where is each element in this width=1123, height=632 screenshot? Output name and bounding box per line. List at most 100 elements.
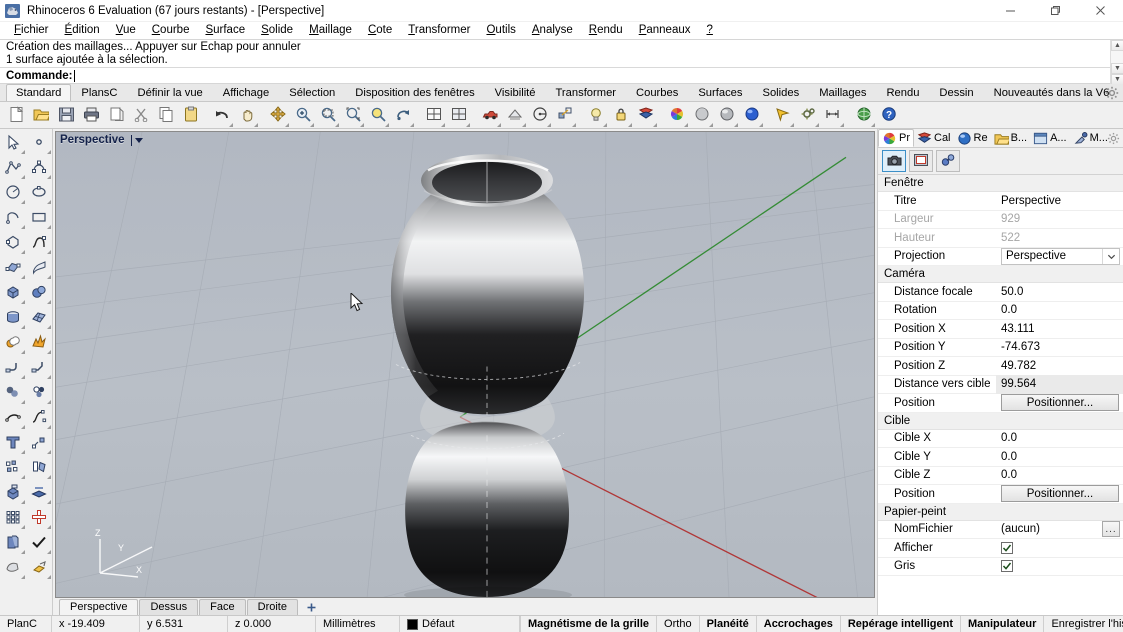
car-render-button[interactable] (477, 103, 502, 128)
trim-button[interactable] (0, 381, 26, 406)
toolbar-tab-transformer[interactable]: Transformer (546, 84, 627, 101)
flyout-arrow-icon[interactable] (466, 123, 470, 127)
move-arrows-button[interactable] (265, 103, 290, 128)
status-toggle-ortho[interactable]: Ortho (657, 616, 700, 632)
flyout-arrow-icon[interactable] (21, 175, 25, 179)
flyout-arrow-icon[interactable] (47, 450, 51, 454)
cplane-origin-button[interactable] (552, 103, 577, 128)
flyout-arrow-icon[interactable] (21, 400, 25, 404)
scroll-track[interactable] (1111, 51, 1123, 63)
render-material-button[interactable] (26, 556, 52, 581)
toolbar-tab-visibilit-[interactable]: Visibilité (485, 84, 546, 101)
menu-item-rendu[interactable]: Rendu (581, 22, 631, 39)
pan-hand-button[interactable] (234, 103, 259, 128)
scroll-down-arrow[interactable]: ▼ (1111, 63, 1123, 74)
layers-button[interactable] (0, 531, 26, 556)
sphere-blue-button[interactable] (739, 103, 764, 128)
close-button[interactable] (1078, 0, 1123, 22)
flyout-arrow-icon[interactable] (21, 200, 25, 204)
flyout-arrow-icon[interactable] (709, 123, 713, 127)
viewport-properties-button[interactable] (909, 150, 933, 172)
chevron-down-icon[interactable] (1102, 249, 1119, 264)
flyout-arrow-icon[interactable] (47, 250, 51, 254)
color-wheel-button[interactable] (664, 103, 689, 128)
menu-item-outils[interactable]: Outils (478, 22, 523, 39)
grid-viewport-button[interactable] (421, 103, 446, 128)
positionner-button[interactable]: Positionner... (1001, 485, 1119, 502)
flyout-arrow-icon[interactable] (47, 275, 51, 279)
property-value-cible-y[interactable]: 0.0 (996, 451, 1123, 463)
menu-item-solide[interactable]: Solide (253, 22, 301, 39)
dimension-button[interactable] (820, 103, 845, 128)
flyout-arrow-icon[interactable] (21, 225, 25, 229)
camera-properties-button[interactable] (882, 150, 906, 172)
toolbar-tab-dessin[interactable]: Dessin (929, 84, 983, 101)
zoom-window-button[interactable] (315, 103, 340, 128)
flyout-arrow-icon[interactable] (21, 375, 25, 379)
flyout-arrow-icon[interactable] (628, 123, 632, 127)
status-toggle-accrochages[interactable]: Accrochages (757, 616, 841, 632)
flyout-arrow-icon[interactable] (285, 123, 289, 127)
sphere-solid-button[interactable] (26, 281, 52, 306)
viewport-menu-dropdown[interactable] (131, 135, 143, 146)
split-button[interactable] (26, 381, 52, 406)
command-line[interactable]: Commande: (0, 67, 1123, 83)
toolbar-tab-maillages[interactable]: Maillages (809, 84, 876, 101)
flyout-arrow-icon[interactable] (522, 123, 526, 127)
add-viewport-plus-icon[interactable] (299, 599, 324, 615)
minimize-button[interactable] (988, 0, 1033, 22)
flyout-arrow-icon[interactable] (47, 425, 51, 429)
property-value-position-x[interactable]: 43.111 (996, 323, 1123, 335)
toolbar-tab-plansc[interactable]: PlansC (71, 84, 127, 101)
toolbar-tab-rendu[interactable]: Rendu (876, 84, 929, 101)
status-toggle-magn-tisme-de-la-grille[interactable]: Magnétisme de la grille (521, 616, 657, 632)
status-units[interactable]: Millimètres (316, 616, 400, 632)
viewport-title[interactable]: Perspective (60, 134, 143, 146)
flyout-arrow-icon[interactable] (871, 123, 875, 127)
zoom-selected-button[interactable] (365, 103, 390, 128)
property-value-cible-x[interactable]: 0.0 (996, 432, 1123, 444)
checkbox-afficher[interactable] (1001, 542, 1013, 554)
projection-combobox[interactable]: Perspective (1001, 248, 1120, 265)
menu-item-vue[interactable]: Vue (108, 22, 144, 39)
render-arrow-button[interactable] (770, 103, 795, 128)
offset-curve-button[interactable] (0, 406, 26, 431)
blend-curve-button[interactable] (26, 406, 52, 431)
property-value-titre[interactable]: Perspective (996, 195, 1123, 207)
flyout-arrow-icon[interactable] (335, 123, 339, 127)
flyout-arrow-icon[interactable] (47, 200, 51, 204)
menu-item-[interactable]: ? (699, 22, 721, 39)
flyout-arrow-icon[interactable] (47, 575, 51, 579)
array-button[interactable] (26, 431, 52, 456)
flyout-arrow-icon[interactable] (21, 325, 25, 329)
surface-control-points-button[interactable] (0, 256, 26, 281)
save-file-button[interactable] (53, 103, 78, 128)
sphere-grey-button[interactable] (689, 103, 714, 128)
flyout-arrow-icon[interactable] (47, 350, 51, 354)
status-layer[interactable]: Défaut (400, 616, 520, 632)
array-grid-button[interactable] (0, 506, 26, 531)
panel-tab-re[interactable]: Re (954, 129, 991, 147)
flyout-arrow-icon[interactable] (497, 123, 501, 127)
flyout-arrow-icon[interactable] (759, 123, 763, 127)
flyout-arrow-icon[interactable] (21, 525, 25, 529)
rectangle-button[interactable] (26, 206, 52, 231)
flyout-arrow-icon[interactable] (21, 425, 25, 429)
flyout-arrow-icon[interactable] (310, 123, 314, 127)
status-toggle-plan-it[interactable]: Planéité (700, 616, 757, 632)
toolbar-tab-surfaces[interactable]: Surfaces (688, 84, 752, 101)
menu-item-courbe[interactable]: Courbe (144, 22, 198, 39)
flyout-arrow-icon[interactable] (790, 123, 794, 127)
perspective-viewport[interactable]: Perspective Z X (55, 131, 875, 598)
flyout-arrow-icon[interactable] (21, 500, 25, 504)
four-viewport-button[interactable] (446, 103, 471, 128)
fillet-corner-button[interactable] (0, 356, 26, 381)
status-toggle-rep-rage-intelligent[interactable]: Repérage intelligent (841, 616, 961, 632)
shading-button[interactable] (0, 556, 26, 581)
flyout-arrow-icon[interactable] (21, 300, 25, 304)
named-cplane-button[interactable] (527, 103, 552, 128)
property-value-rotation[interactable]: 0.0 (996, 304, 1123, 316)
toolbar-tab-disposition-des-fen-tres[interactable]: Disposition des fenêtres (345, 84, 484, 101)
viewport-tab-face[interactable]: Face (199, 599, 245, 615)
toolbar-tab-standard[interactable]: Standard (6, 84, 71, 101)
